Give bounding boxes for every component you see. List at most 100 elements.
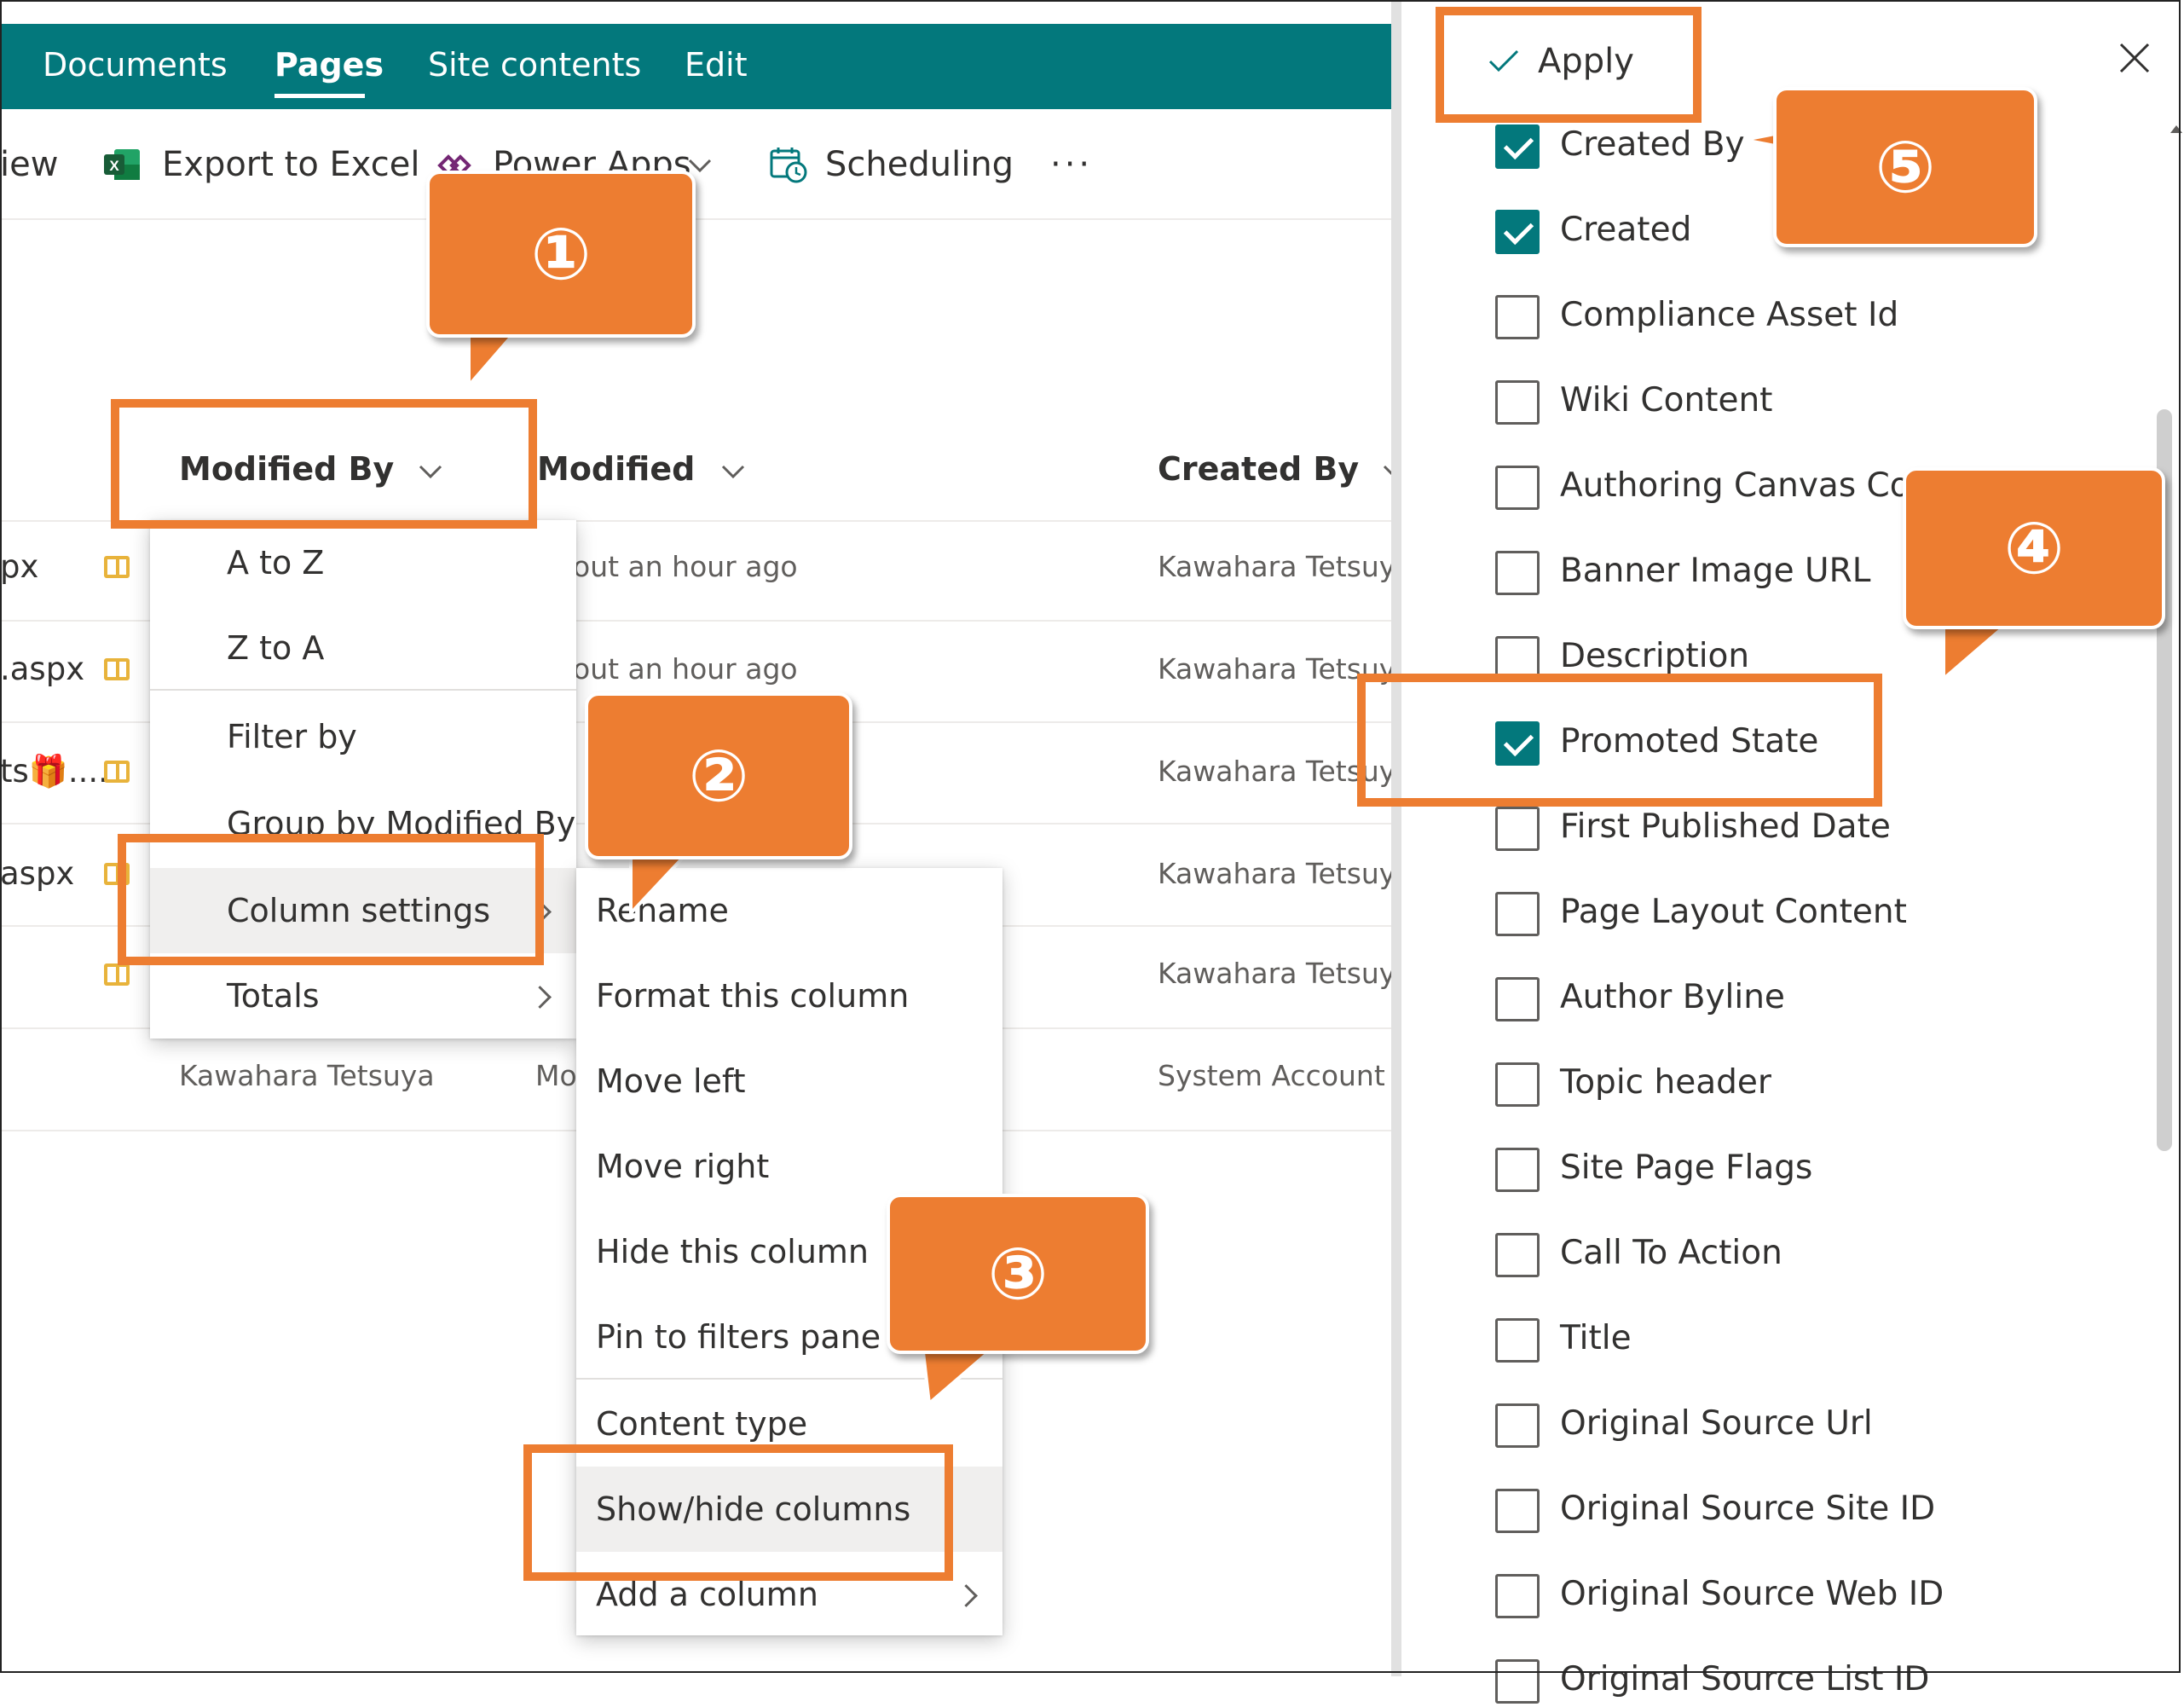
- column-checkbox[interactable]: [1495, 1574, 1540, 1618]
- column-header-created-by-label: Created By: [1158, 450, 1360, 488]
- callout-number: ①: [530, 212, 592, 296]
- site-navigation: Documents Pages Site contents Edit: [0, 24, 1391, 109]
- modified-by-cell: Kawahara Tetsuya: [179, 1059, 435, 1092]
- file-name[interactable]: .aspx: [0, 651, 84, 688]
- column-checkbox-label: Title: [1560, 1319, 1632, 1357]
- column-checkbox-label: Page Layout Content: [1560, 893, 1907, 931]
- column-checkbox[interactable]: [1495, 1148, 1540, 1192]
- modified-cell: out an hour ago: [573, 652, 798, 686]
- file-name[interactable]: ts🎁....: [0, 753, 108, 790]
- menu-item-totals[interactable]: Totals: [150, 953, 576, 1039]
- chevron-down-icon: [721, 465, 744, 479]
- callout-number: ⑤: [1875, 125, 1936, 209]
- created-by-cell: Kawahara Tetsuya: [1158, 857, 1413, 890]
- nav-active-indicator: [274, 94, 365, 98]
- column-header-created-by[interactable]: Created By: [1158, 443, 1407, 495]
- menu-item-z-to-a[interactable]: Z to A: [150, 605, 576, 691]
- created-by-cell: Kawahara Tetsuya: [1158, 550, 1413, 583]
- menu-item-label: A to Z: [227, 544, 325, 582]
- column-checkbox[interactable]: [1495, 295, 1540, 339]
- modified-cell: Mo: [535, 1059, 577, 1092]
- highlight-column-settings: [118, 834, 544, 965]
- callout-number: ④: [2003, 506, 2065, 590]
- column-checkbox[interactable]: [1495, 1318, 1540, 1363]
- edit-view-columns-panel: Apply Created By Created Compliance Asset …: [1391, 0, 2184, 1704]
- callout-step-4: ④: [1903, 467, 2165, 629]
- created-by-cell: System Account: [1158, 1059, 1385, 1092]
- menu-item-move-left[interactable]: Move left: [576, 1039, 1002, 1124]
- file-name[interactable]: aspx: [0, 855, 74, 893]
- column-checkbox[interactable]: [1495, 1403, 1540, 1448]
- column-header-modified-label: Modified: [537, 450, 696, 488]
- callout-step-5: ⑤: [1773, 87, 2037, 247]
- column-checkbox[interactable]: [1495, 124, 1540, 169]
- column-checkbox[interactable]: [1495, 380, 1540, 425]
- menu-item-label: Pin to filters pane: [596, 1318, 881, 1356]
- menu-item-label: Filter by: [227, 718, 357, 755]
- modified-cell: out an hour ago: [573, 550, 798, 583]
- column-checkbox-label: Original Source Site ID: [1560, 1490, 1936, 1528]
- page-icon: [104, 963, 130, 986]
- callout-number: ②: [688, 734, 749, 818]
- column-checkbox[interactable]: [1495, 210, 1540, 254]
- column-checkbox-label: Site Page Flags: [1560, 1149, 1813, 1187]
- callout-step-3: ③: [887, 1194, 1149, 1354]
- callout-number: ③: [987, 1232, 1049, 1316]
- nav-site-contents[interactable]: Site contents: [428, 43, 641, 87]
- menu-item-label: Hide this column: [596, 1233, 870, 1270]
- view-button[interactable]: iew: [0, 143, 58, 186]
- callout-step-2: ②: [585, 692, 852, 859]
- nav-documents[interactable]: Documents: [43, 43, 228, 87]
- nav-edit[interactable]: Edit: [685, 43, 748, 87]
- column-checkbox[interactable]: [1495, 1233, 1540, 1277]
- column-checkbox[interactable]: [1495, 1659, 1540, 1704]
- menu-item-label: Z to A: [227, 629, 325, 667]
- column-header-modified[interactable]: Modified: [537, 443, 746, 495]
- menu-item-format-column[interactable]: Format this column: [576, 953, 1002, 1039]
- column-checkbox[interactable]: [1495, 1062, 1540, 1107]
- chevron-right-icon: [529, 986, 552, 1009]
- column-checkbox[interactable]: [1495, 1489, 1540, 1533]
- column-checkbox-label: First Published Date: [1560, 807, 1891, 846]
- menu-item-filter-by[interactable]: Filter by: [150, 694, 576, 779]
- column-checkbox[interactable]: [1495, 466, 1540, 510]
- menu-item-a-to-z[interactable]: A to Z: [150, 520, 576, 605]
- column-checkbox[interactable]: [1495, 807, 1540, 851]
- export-to-excel-label: Export to Excel: [162, 145, 420, 184]
- command-bar: iew X Export to Excel Power Apps Schedul: [0, 109, 1391, 218]
- column-checkbox-label: Original Source Web ID: [1560, 1575, 1944, 1613]
- menu-item-label: Format this column: [596, 977, 910, 1015]
- column-checkbox-label: Created: [1560, 211, 1692, 249]
- column-checkbox-label: Topic header: [1560, 1063, 1771, 1102]
- chevron-down-icon: [688, 159, 712, 173]
- column-checkbox-label: Wiki Content: [1560, 381, 1773, 420]
- divider: [150, 689, 576, 691]
- close-icon[interactable]: [2118, 41, 2152, 75]
- calendar-clock-icon: [770, 148, 807, 183]
- excel-icon: X: [104, 149, 140, 180]
- scroll-up-icon[interactable]: [2169, 123, 2184, 135]
- file-name[interactable]: px: [0, 548, 38, 586]
- column-checkbox-label: Created By: [1560, 125, 1745, 164]
- menu-item-label: Move left: [596, 1062, 746, 1100]
- highlight-modified-by-header: [111, 399, 537, 529]
- column-checkbox[interactable]: [1495, 977, 1540, 1021]
- menu-item-label: Move right: [596, 1148, 770, 1185]
- divider: [0, 218, 1391, 220]
- more-options-button[interactable]: ···: [1050, 143, 1093, 186]
- column-checkbox-label: Original Source Url: [1560, 1404, 1873, 1443]
- nav-pages[interactable]: Pages: [274, 43, 384, 87]
- column-checkbox-label: Compliance Asset Id: [1560, 296, 1899, 334]
- column-checkbox[interactable]: [1495, 892, 1540, 936]
- column-checkbox-label: Banner Image URL: [1560, 552, 1871, 590]
- page-icon: [104, 658, 130, 680]
- page-icon: [104, 761, 130, 783]
- scheduling-label: Scheduling: [825, 145, 1014, 184]
- column-checkbox-label: Author Byline: [1560, 978, 1785, 1016]
- menu-item-label: Totals: [227, 977, 320, 1015]
- svg-text:X: X: [109, 158, 119, 174]
- column-checkbox[interactable]: [1495, 551, 1540, 595]
- chevron-right-icon: [955, 1584, 978, 1607]
- page-icon: [104, 556, 130, 578]
- callout-step-1: ①: [426, 171, 696, 338]
